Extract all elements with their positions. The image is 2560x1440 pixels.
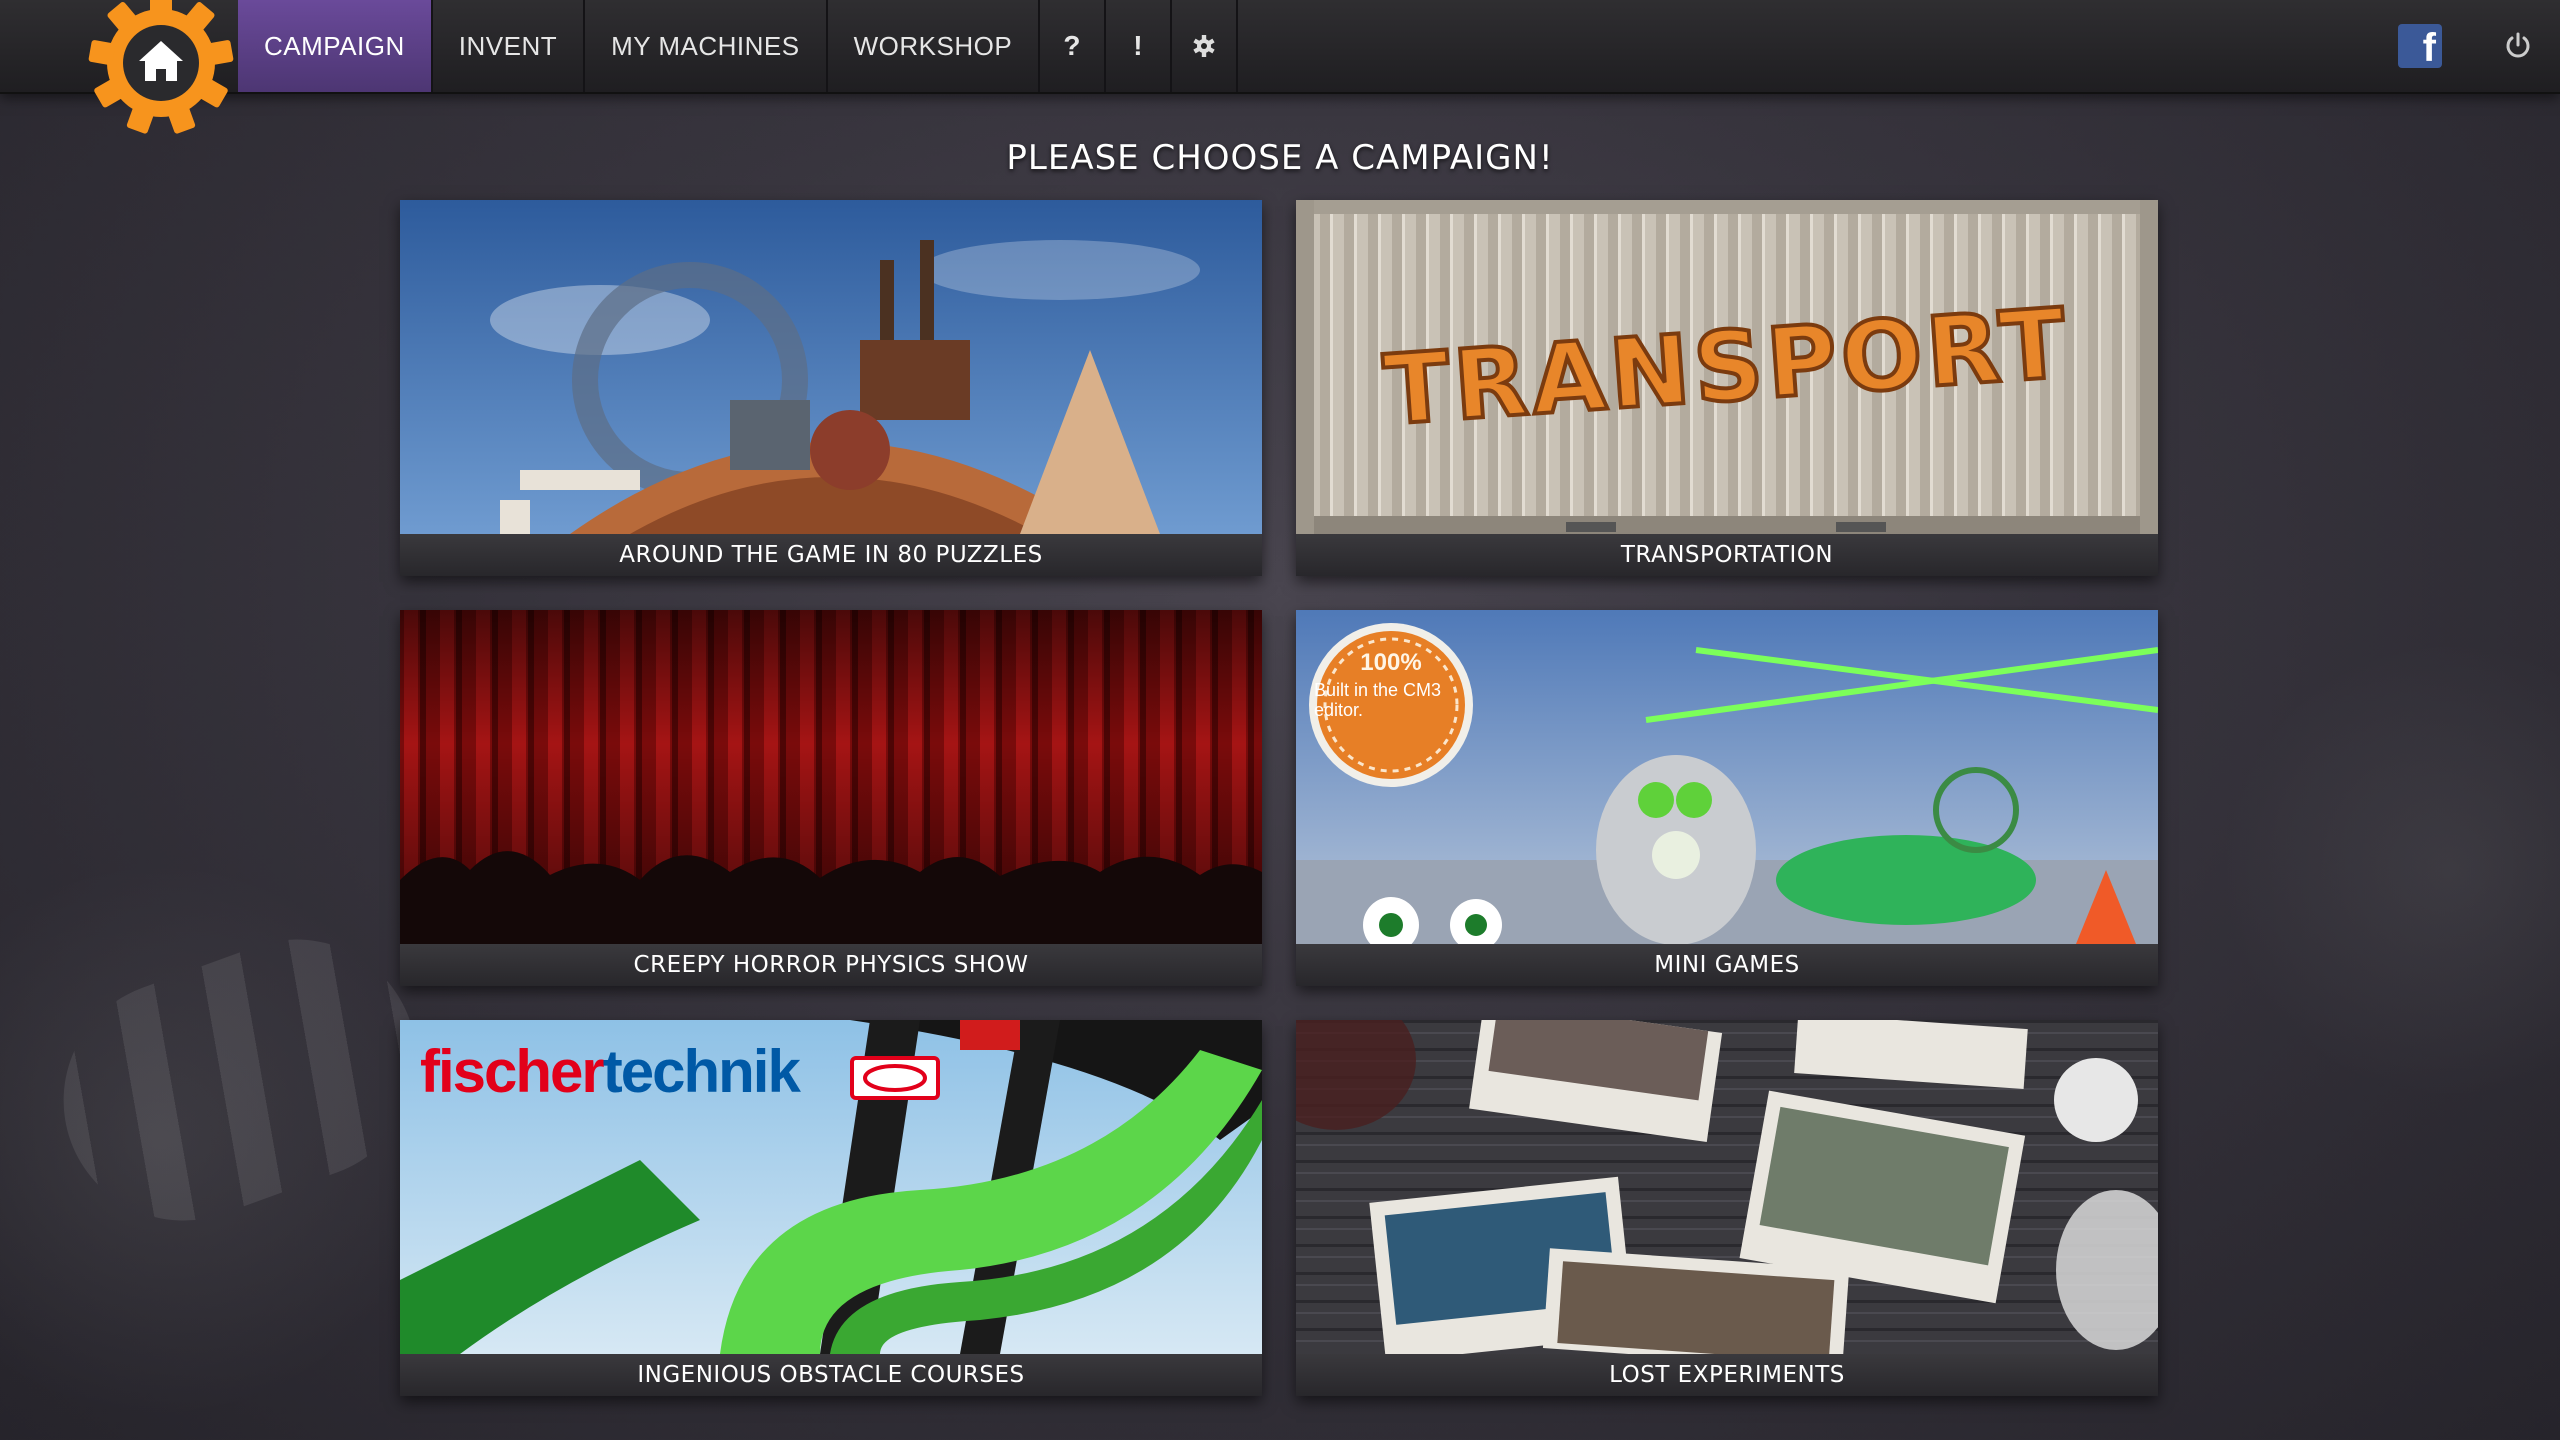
campaign-label: LOST EXPERIMENTS <box>1296 1354 2158 1396</box>
nav-tab-workshop[interactable]: WORKSHOP <box>828 0 1041 92</box>
fischertechnik-logo-part2: technik <box>603 1038 802 1105</box>
campaign-label: INGENIOUS OBSTACLE COURSES <box>400 1354 1262 1396</box>
settings-button[interactable] <box>1172 0 1239 92</box>
campaign-card-obstacle-courses[interactable]: fischertechnik INGENIOUS OBSTACLE COURSE… <box>400 1020 1262 1396</box>
nav-tab-campaign[interactable]: CAMPAIGN <box>238 0 433 92</box>
background-stripes <box>29 905 451 1255</box>
nav-tab-my-machines[interactable]: MY MACHINES <box>585 0 828 92</box>
background-glow-right <box>2220 640 2560 1100</box>
badge-text: Built in the CM3 editor. <box>1314 680 1442 720</box>
top-navigation-bar: CAMPAIGN INVENT MY MACHINES WORKSHOP ? !… <box>0 0 2560 134</box>
campaign-thumbnail: 100% Built in the CM3 editor. <box>1296 610 2158 944</box>
campaign-card-mini-games[interactable]: 100% Built in the CM3 editor. MINI GAMES <box>1296 610 2158 986</box>
campaign-thumbnail <box>1296 1020 2158 1354</box>
campaign-thumbnail <box>400 200 1262 534</box>
nav-tab-invent[interactable]: INVENT <box>433 0 586 92</box>
settings-gear-icon <box>1193 35 1215 57</box>
campaign-card-around-the-game[interactable]: AROUND THE GAME IN 80 PUZZLES <box>400 200 1262 576</box>
home-gear-icon[interactable] <box>86 0 236 138</box>
campaign-label: MINI GAMES <box>1296 944 2158 986</box>
svg-text:fischertechnik: fischertechnik <box>420 1038 801 1105</box>
badge-percent: 100% <box>1360 649 1421 676</box>
campaign-card-transportation[interactable]: TRANSPORT TRANSPORTATION <box>1296 200 2158 576</box>
cm3-editor-badge: 100% Built in the CM3 editor. <box>1309 623 1473 787</box>
campaign-label: AROUND THE GAME IN 80 PUZZLES <box>400 534 1262 576</box>
power-icon[interactable] <box>2502 30 2534 62</box>
campaign-label: TRANSPORTATION <box>1296 534 2158 576</box>
page-title: PLEASE CHOOSE A CAMPAIGN! <box>1006 138 1554 178</box>
campaign-label: CREEPY HORROR PHYSICS SHOW <box>400 944 1262 986</box>
help-icon[interactable]: ? <box>1040 0 1107 92</box>
campaign-card-creepy-horror[interactable]: CREEPY HORROR PHYSICS SHOW <box>400 610 1262 986</box>
campaign-card-lost-experiments[interactable]: LOST EXPERIMENTS <box>1296 1020 2158 1396</box>
main-nav: CAMPAIGN INVENT MY MACHINES WORKSHOP ? ! <box>238 0 1239 92</box>
facebook-icon[interactable]: f <box>2398 24 2442 68</box>
news-icon[interactable]: ! <box>1106 0 1173 92</box>
campaign-thumbnail <box>400 610 1262 944</box>
campaign-thumbnail: TRANSPORT <box>1296 200 2158 534</box>
campaign-thumbnail: fischertechnik <box>400 1020 1262 1354</box>
fischertechnik-logo-part1: fischer <box>420 1038 604 1105</box>
